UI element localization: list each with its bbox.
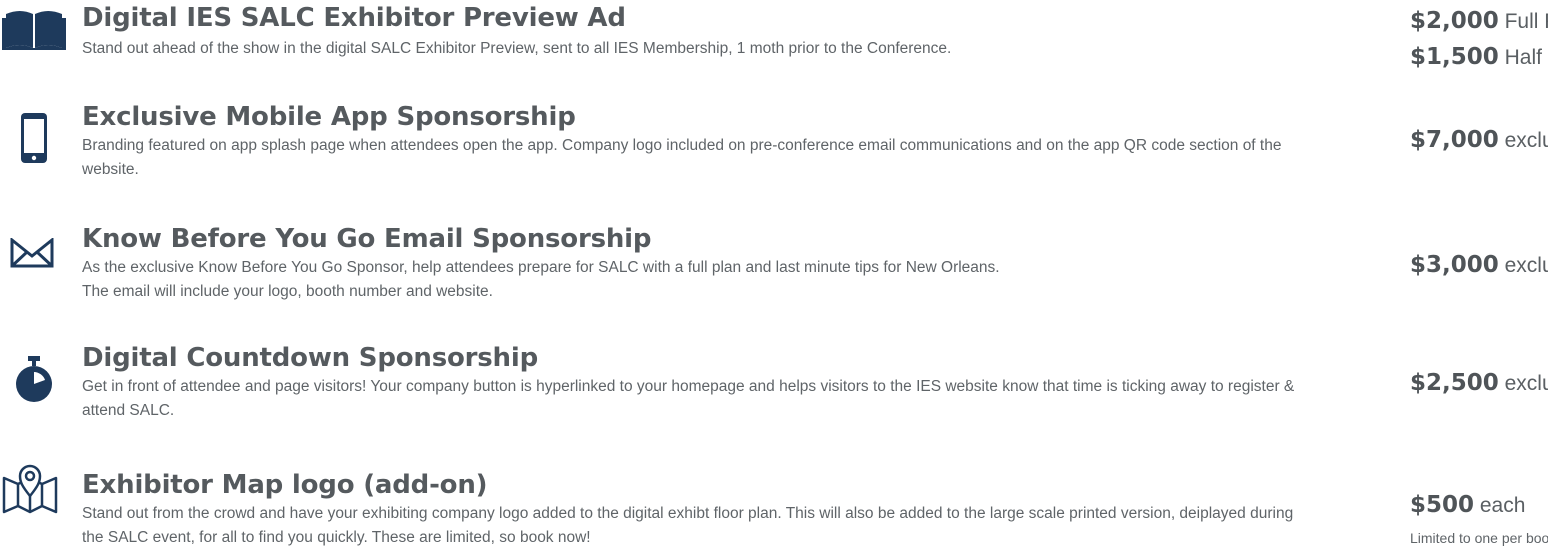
item-description: Branding featured on app splash page whe…	[82, 137, 1282, 178]
limit-note: Limited to one per booth	[1410, 530, 1548, 546]
item-description: Get in front of attendee and page visito…	[82, 378, 1295, 419]
price-unit: Half Page	[1504, 46, 1548, 69]
price-unit: exclusive	[1504, 372, 1548, 395]
item-title: Digital IES SALC Exhibitor Preview Ad	[82, 3, 626, 33]
map-pin-icon	[0, 458, 60, 516]
item-title: Exhibitor Map logo (add-on)	[82, 470, 488, 500]
price-amount: $2,500	[1410, 370, 1499, 396]
price-unit: exclusive	[1504, 254, 1548, 277]
price-amount: $500	[1410, 492, 1475, 518]
item-description: As the exclusive Know Before You Go Spon…	[82, 256, 1312, 304]
stopwatch-icon	[14, 356, 54, 404]
envelope-icon	[10, 238, 54, 268]
price-amount: $7,000	[1410, 127, 1499, 153]
item-title: Know Before You Go Email Sponsorship	[82, 224, 652, 254]
item-description: Stand out from the crowd and have your e…	[82, 505, 1294, 546]
price-exclusive: $3,000 exclusive	[1410, 252, 1548, 278]
price-unit: Full Page	[1504, 10, 1548, 33]
price-amount: $2,000	[1410, 8, 1499, 34]
price-amount: $1,500	[1410, 44, 1499, 70]
price-exclusive: $7,000 exclusive	[1410, 127, 1548, 153]
book-icon	[0, 8, 68, 50]
price-amount: $3,000	[1410, 252, 1499, 278]
price-exclusive: $2,500 exclusive	[1410, 370, 1548, 396]
mobile-phone-icon	[20, 112, 48, 164]
price-unit: exclusive	[1504, 129, 1548, 152]
price-full-page: $2,000 Full Page	[1410, 8, 1548, 34]
price-each: $500 each	[1410, 492, 1525, 518]
description-line: The email will include your logo, booth …	[82, 283, 493, 300]
item-title: Exclusive Mobile App Sponsorship	[82, 102, 576, 132]
description-line: As the exclusive Know Before You Go Spon…	[82, 259, 1000, 276]
item-title: Digital Countdown Sponsorship	[82, 343, 538, 373]
item-description: Stand out ahead of the show in the digit…	[82, 40, 952, 57]
price-half-page: $1,500 Half Page	[1410, 44, 1548, 70]
price-unit: each	[1479, 494, 1526, 517]
